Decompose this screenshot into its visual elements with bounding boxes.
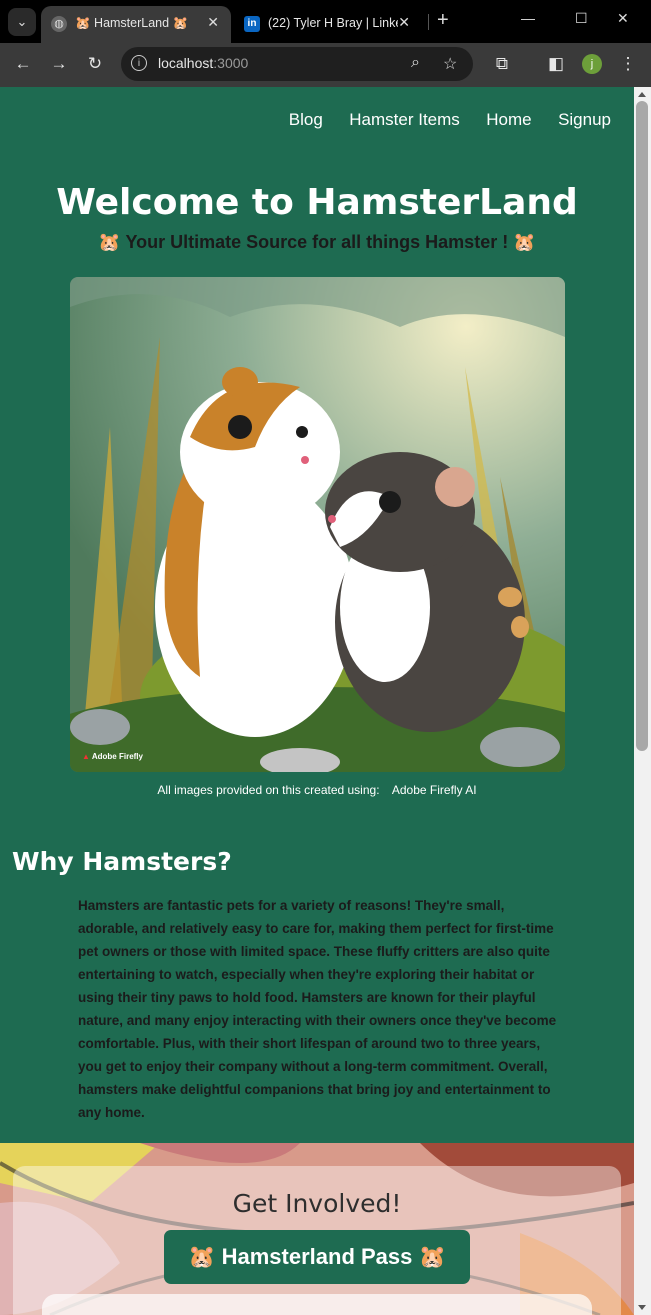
nav-hamster-items[interactable]: Hamster Items <box>349 110 460 129</box>
page-subtitle: 🐹 Your Ultimate Source for all things Ha… <box>98 232 536 252</box>
tab-title: (22) Tyler H Bray | Linke <box>268 16 398 30</box>
tab-title: 🐹 HamsterLand 🐹 <box>75 16 189 30</box>
minimize-button[interactable]: — <box>521 10 535 26</box>
adobe-firefly-badge: ▲ Adobe Firefly <box>82 752 143 761</box>
menu-icon[interactable]: ⋮ <box>617 54 639 74</box>
close-icon[interactable]: ✕ <box>398 14 410 31</box>
profile-avatar[interactable]: j <box>582 54 602 74</box>
zoom-icon[interactable]: ⌕ <box>411 54 420 72</box>
tab-hamsterland[interactable]: ◍ 🐹 HamsterLand 🐹 ✕ <box>41 6 231 43</box>
site-info-icon[interactable]: i <box>131 55 147 71</box>
scrollbar-thumb[interactable] <box>636 101 648 751</box>
page-title: Welcome to HamsterLand <box>56 182 578 223</box>
tab-search-button[interactable]: ⌄ <box>8 8 36 36</box>
page-viewport: Blog Hamster Items Home Signup Welcome t… <box>0 87 634 1315</box>
page-scrollbar[interactable] <box>634 87 651 1315</box>
maximize-button[interactable]: ☐ <box>575 10 588 27</box>
scroll-down-icon[interactable] <box>638 1305 646 1310</box>
credit-text: All images provided on this created usin… <box>157 783 380 797</box>
hero-image: ▲ Adobe Firefly <box>70 277 565 772</box>
extensions-icon[interactable]: ⧉ <box>491 54 513 74</box>
next-card <box>42 1294 592 1315</box>
get-involved-section: Get Involved! 🐹 Hamsterland Pass 🐹 <box>0 1143 634 1315</box>
tab-strip: ⌄ ◍ 🐹 HamsterLand 🐹 ✕ in (22) Tyler H Br… <box>0 0 651 43</box>
why-paragraph: Hamsters are fantastic pets for a variet… <box>78 898 557 1120</box>
side-panel-icon[interactable]: ◧ <box>545 54 567 74</box>
hamsterland-pass-button[interactable]: 🐹 Hamsterland Pass 🐹 <box>164 1230 470 1284</box>
nav-home[interactable]: Home <box>486 110 531 129</box>
credit-link[interactable]: Adobe Firefly AI <box>392 783 477 797</box>
nav-blog[interactable]: Blog <box>289 110 323 129</box>
new-tab-button[interactable]: + <box>437 9 449 32</box>
back-button[interactable]: ← <box>12 54 34 74</box>
section-heading: Why Hamsters? <box>12 847 232 876</box>
reload-button[interactable]: ↻ <box>84 54 106 74</box>
get-involved-title: Get Involved! <box>232 1189 402 1218</box>
close-icon[interactable]: ✕ <box>207 14 219 31</box>
top-nav: Blog Hamster Items Home Signup <box>267 110 611 130</box>
nav-signup[interactable]: Signup <box>558 110 611 129</box>
forward-button[interactable]: → <box>48 54 70 74</box>
window-close-button[interactable]: ✕ <box>617 10 629 27</box>
tab-divider <box>428 14 429 30</box>
linkedin-icon: in <box>244 16 260 32</box>
address-bar[interactable]: i localhost:3000 ⌕ ☆ <box>121 47 473 81</box>
url-text: localhost:3000 <box>158 55 249 71</box>
image-credit: All images provided on this created usin… <box>0 783 634 797</box>
tab-linkedin[interactable]: in (22) Tyler H Bray | Linke ✕ <box>234 6 422 43</box>
bookmark-star-icon[interactable]: ☆ <box>443 54 457 74</box>
globe-icon: ◍ <box>51 16 67 32</box>
scroll-up-icon[interactable] <box>638 92 646 97</box>
